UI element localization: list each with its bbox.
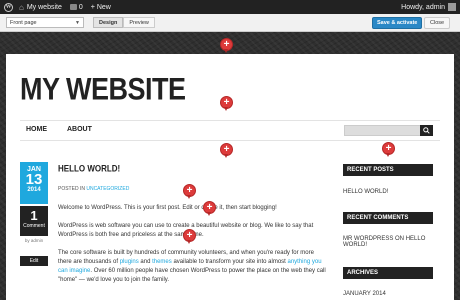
recent-comment-item: MR WORDPRESS ON HELLO WORLD! (343, 236, 443, 248)
site-name-label: My website (26, 3, 62, 11)
paragraph-text: . Over 60 million people have chosen Wor… (58, 268, 326, 283)
comments-link[interactable]: 0 (69, 3, 83, 11)
mode-toggle: Design Preview (93, 17, 155, 28)
archives-heading: ARCHIVES (343, 267, 433, 279)
post-comment-label: Comment (23, 223, 45, 229)
site-name-link[interactable]: ⌂ My website (19, 3, 62, 12)
home-icon: ⌂ (19, 2, 24, 12)
divider (20, 120, 440, 121)
plugins-link[interactable]: plugins (120, 259, 139, 265)
marker-tip (224, 107, 228, 111)
marker-tip (386, 153, 390, 157)
post-categories: POSTED IN UNCATEGORIZED (58, 186, 129, 192)
customizer-toolbar: Front page ▼ Design Preview Save & activ… (0, 14, 460, 32)
wordpress-logo-icon[interactable]: W (4, 2, 13, 12)
comment-on-label: ON (393, 236, 406, 242)
close-button[interactable]: Close (424, 17, 451, 29)
category-link[interactable]: UNCATEGORIZED (86, 186, 129, 192)
nav-item-about[interactable]: ABOUT (67, 126, 92, 133)
recent-comments-heading: RECENT COMMENTS (343, 212, 433, 224)
edit-marker-icon[interactable]: + (183, 184, 196, 200)
paragraph-text: and (138, 259, 153, 265)
nav-item-home[interactable]: HOME (26, 126, 47, 133)
post-paragraph-3: The core software is built by hundreds o… (58, 249, 328, 285)
edit-marker-icon[interactable]: + (220, 143, 233, 159)
post-day: 13 (25, 171, 43, 188)
admin-bar: W ⌂ My website 0 + New Howdy, admin (0, 0, 460, 14)
main-nav: HOME ABOUT (20, 126, 106, 133)
archive-link[interactable]: JANUARY 2014 (343, 291, 443, 297)
edit-marker-icon[interactable]: + (220, 38, 233, 54)
recent-post-link[interactable]: HELLO WORLD! (343, 189, 443, 195)
post-title[interactable]: HELLO WORLD! (58, 164, 120, 174)
post-paragraph-1: Welcome to WordPress. This is your first… (58, 205, 277, 211)
edit-marker-icon[interactable]: + (183, 229, 196, 245)
post-year: 2014 (27, 187, 41, 193)
new-label: New (96, 3, 111, 11)
account-menu[interactable]: Howdy, admin (401, 3, 456, 11)
paragraph-text: available to transform your site into al… (171, 259, 288, 265)
marker-tip (207, 212, 211, 216)
themes-link[interactable]: themes (152, 259, 172, 265)
search-button[interactable] (420, 125, 433, 136)
preview-tab[interactable]: Preview (123, 17, 155, 28)
search-icon (423, 127, 430, 134)
divider (20, 140, 440, 141)
save-activate-button[interactable]: Save & activate (372, 17, 423, 29)
posted-in-label: POSTED IN (58, 186, 85, 192)
recent-posts-heading: RECENT POSTS (343, 164, 433, 176)
marker-tip (224, 154, 228, 158)
new-content-link[interactable]: + New (91, 4, 111, 11)
edit-marker-icon[interactable]: + (382, 142, 395, 158)
comment-count: 0 (78, 3, 83, 11)
marker-tip (224, 49, 228, 53)
plus-icon: + (90, 3, 95, 11)
post-comment-count: 1 (30, 208, 38, 223)
avatar (448, 3, 456, 11)
post-author: by admin (24, 238, 44, 243)
page-select-value: Front page (10, 19, 37, 26)
post-date-badge: JAN 13 2014 (20, 162, 48, 204)
edit-marker-icon[interactable]: + (220, 96, 233, 112)
design-tab[interactable]: Design (93, 17, 124, 28)
page-select[interactable]: Front page ▼ (6, 17, 84, 28)
comment-bubble-icon (69, 4, 77, 10)
marker-tip (187, 240, 191, 244)
edit-post-button[interactable]: Edit (20, 256, 48, 266)
howdy-label: Howdy, admin (401, 3, 445, 11)
edit-marker-icon[interactable]: + (203, 201, 216, 217)
site-title[interactable]: MY WEBSITE (20, 72, 186, 108)
chevron-down-icon: ▼ (75, 19, 80, 26)
marker-tip (187, 195, 191, 199)
comments-badge[interactable]: 1 Comment (20, 206, 48, 236)
site-preview: MY WEBSITE HOME ABOUT JAN 13 2014 1 Comm… (6, 54, 454, 300)
